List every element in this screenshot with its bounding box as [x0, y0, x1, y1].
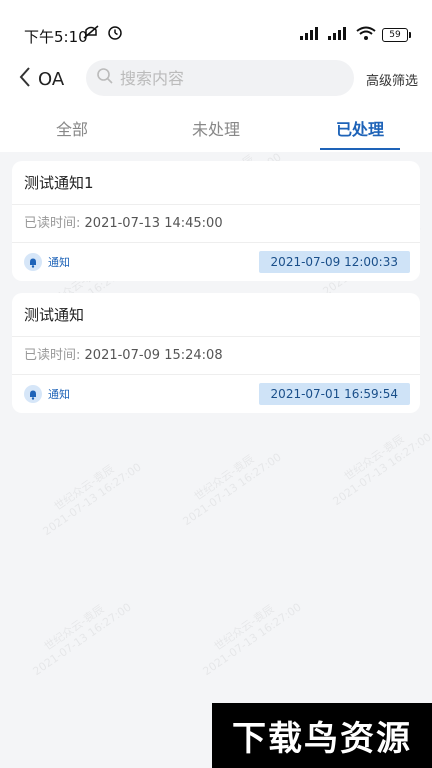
battery-icon: 59	[382, 27, 411, 42]
watermark: 世纪众云-袁辰 2021-07-13 16:27:00	[330, 430, 432, 509]
signal-icon	[300, 26, 322, 43]
advanced-filter-button[interactable]: 高级筛选	[366, 70, 418, 89]
notice-type-badge: 通知	[24, 385, 70, 403]
read-time-label: 已读时间:	[24, 216, 81, 231]
search-box[interactable]	[86, 60, 354, 96]
tab-processed[interactable]: 已处理	[288, 104, 432, 152]
tab-unprocessed[interactable]: 未处理	[144, 104, 288, 152]
notice-date-tag: 2021-07-01 16:59:54	[258, 383, 410, 405]
tab-bar: 全部 未处理 已处理	[0, 104, 432, 152]
wifi-icon	[356, 26, 376, 43]
mute-icon	[82, 23, 100, 45]
notice-footer: 通知 2021-07-01 16:59:54	[12, 375, 420, 413]
notice-title: 测试通知1	[12, 161, 420, 205]
back-button[interactable]: OA	[18, 64, 64, 94]
notice-read-row: 已读时间: 2021-07-09 15:24:08	[12, 337, 420, 375]
read-time-value: 2021-07-09 15:24:08	[84, 348, 223, 363]
notice-date-tag: 2021-07-09 12:00:33	[258, 251, 410, 273]
notice-read-row: 已读时间: 2021-07-13 14:45:00	[12, 205, 420, 243]
watermark: 世纪众云-袁辰 2021-07-13 16:27:00	[180, 450, 284, 529]
status-bar: 下午5:10 59	[0, 0, 432, 60]
watermark: 世纪众云-袁辰 2021-07-13 16:27:00	[40, 460, 144, 539]
chevron-left-icon	[18, 66, 32, 92]
status-icons-left	[80, 23, 124, 45]
notice-title: 测试通知	[12, 293, 420, 337]
notice-type-badge: 通知	[24, 253, 70, 271]
notice-card[interactable]: 测试通知 已读时间: 2021-07-09 15:24:08 通知 2021-0…	[12, 293, 420, 413]
watermark: 世纪众云-袁辰 2021-07-13 16:27:00	[30, 600, 134, 679]
notice-footer: 通知 2021-07-09 12:00:33	[12, 243, 420, 281]
status-time: 下午5:10	[24, 28, 88, 46]
alarm-icon	[106, 23, 124, 45]
search-input[interactable]	[120, 68, 340, 88]
watermark: 世纪众云-袁辰 2021-07-13 16:27:00	[200, 600, 304, 679]
bell-icon	[24, 385, 42, 403]
tab-all[interactable]: 全部	[0, 104, 144, 152]
read-time-value: 2021-07-13 14:45:00	[84, 216, 223, 231]
notice-type-label: 通知	[48, 388, 70, 401]
notice-card[interactable]: 测试通知1 已读时间: 2021-07-13 14:45:00 通知 2021-…	[12, 161, 420, 281]
search-icon	[96, 67, 114, 89]
signal-icon-2	[328, 26, 350, 43]
page-title: OA	[38, 68, 65, 90]
brand-logo: 下载鸟资源	[212, 703, 432, 768]
read-time-label: 已读时间:	[24, 348, 81, 363]
bell-icon	[24, 253, 42, 271]
header: OA 高级筛选	[0, 54, 432, 104]
notice-type-label: 通知	[48, 256, 70, 269]
status-right: 59	[300, 26, 411, 43]
